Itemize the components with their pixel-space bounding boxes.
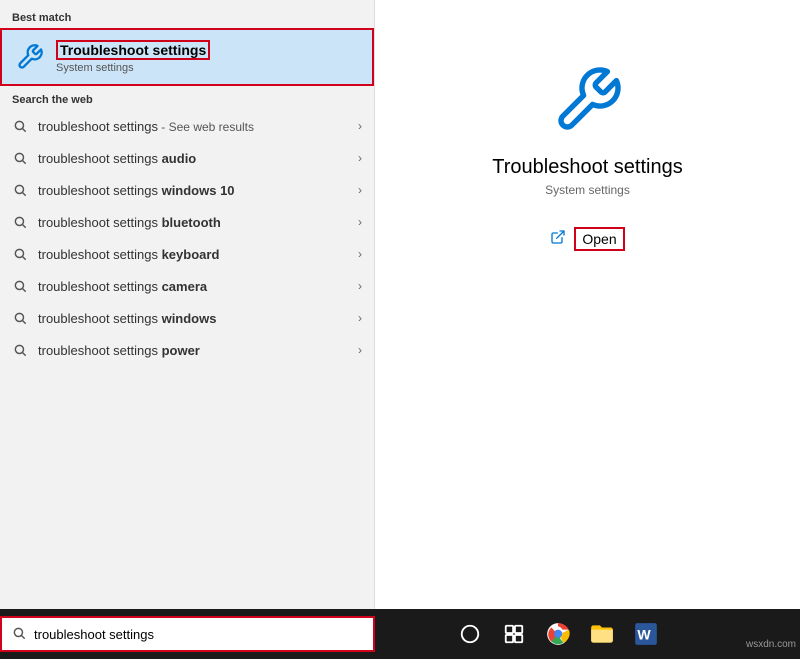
list-item[interactable]: troubleshoot settings keyboard ›: [0, 238, 374, 270]
search-icon: [12, 278, 28, 294]
chevron-right-icon: ›: [358, 311, 362, 325]
taskbar-chrome-icon[interactable]: [542, 618, 574, 650]
best-match-item[interactable]: Troubleshoot settings System settings: [0, 28, 374, 86]
result-text: troubleshoot settings windows 10: [38, 183, 358, 198]
taskbar-circle-icon[interactable]: [454, 618, 486, 650]
watermark: wsxdn.com: [746, 639, 796, 650]
best-match-subtitle: System settings: [56, 62, 210, 74]
chevron-right-icon: ›: [358, 215, 362, 229]
result-text: troubleshoot settings keyboard: [38, 247, 358, 262]
chevron-right-icon: ›: [358, 119, 362, 133]
left-panel: Best match Troubleshoot settings System …: [0, 0, 375, 609]
wrench-icon: [14, 41, 46, 73]
taskbar-explorer-icon[interactable]: [586, 618, 618, 650]
open-button[interactable]: Open: [574, 227, 624, 251]
list-item[interactable]: troubleshoot settings audio ›: [0, 142, 374, 174]
chevron-right-icon: ›: [358, 151, 362, 165]
taskbar: W wsxdn.com: [0, 609, 800, 659]
right-panel: Troubleshoot settings System settings Op…: [375, 0, 800, 609]
app-title: Troubleshoot settings: [492, 156, 682, 179]
chevron-right-icon: ›: [358, 247, 362, 261]
taskbar-taskview-icon[interactable]: [498, 618, 530, 650]
chevron-right-icon: ›: [358, 279, 362, 293]
result-text: troubleshoot settings camera: [38, 279, 358, 294]
list-item[interactable]: troubleshoot settings windows 10 ›: [0, 174, 374, 206]
app-icon-large: [548, 60, 628, 140]
search-icon: [12, 182, 28, 198]
svg-text:W: W: [637, 626, 651, 642]
taskbar-search-box[interactable]: [0, 616, 375, 652]
best-match-section: Best match Troubleshoot settings System …: [0, 0, 374, 86]
search-icon: [12, 118, 28, 134]
result-text: troubleshoot settings audio: [38, 151, 358, 166]
taskbar-word-icon[interactable]: W: [630, 618, 662, 650]
chevron-right-icon: ›: [358, 183, 362, 197]
search-icon: [12, 246, 28, 262]
result-text: troubleshoot settings power: [38, 343, 358, 358]
result-text: troubleshoot settings windows: [38, 311, 358, 326]
search-icon: [12, 310, 28, 326]
search-icon: [12, 150, 28, 166]
search-icon: [12, 342, 28, 358]
list-item[interactable]: troubleshoot settings windows ›: [0, 302, 374, 334]
result-text: troubleshoot settings bluetooth: [38, 215, 358, 230]
taskbar-icons: W: [375, 618, 740, 650]
chevron-right-icon: ›: [358, 343, 362, 357]
taskbar-search-input[interactable]: [34, 627, 363, 642]
best-match-text: Troubleshoot settings System settings: [56, 40, 210, 74]
best-match-title: Troubleshoot settings: [56, 40, 210, 60]
app-subtitle: System settings: [545, 183, 630, 197]
list-item[interactable]: troubleshoot settings bluetooth ›: [0, 206, 374, 238]
taskbar-search-icon: [12, 626, 26, 643]
search-web-label: Search the web: [0, 86, 374, 110]
list-item[interactable]: troubleshoot settings power ›: [0, 334, 374, 366]
search-results-list: troubleshoot settings - See web results …: [0, 110, 374, 609]
result-text: troubleshoot settings - See web results: [38, 119, 358, 134]
search-icon: [12, 214, 28, 230]
list-item[interactable]: troubleshoot settings - See web results …: [0, 110, 374, 142]
best-match-label: Best match: [0, 8, 374, 28]
open-external-icon: [550, 229, 566, 250]
open-button-row: Open: [550, 227, 624, 251]
list-item[interactable]: troubleshoot settings camera ›: [0, 270, 374, 302]
